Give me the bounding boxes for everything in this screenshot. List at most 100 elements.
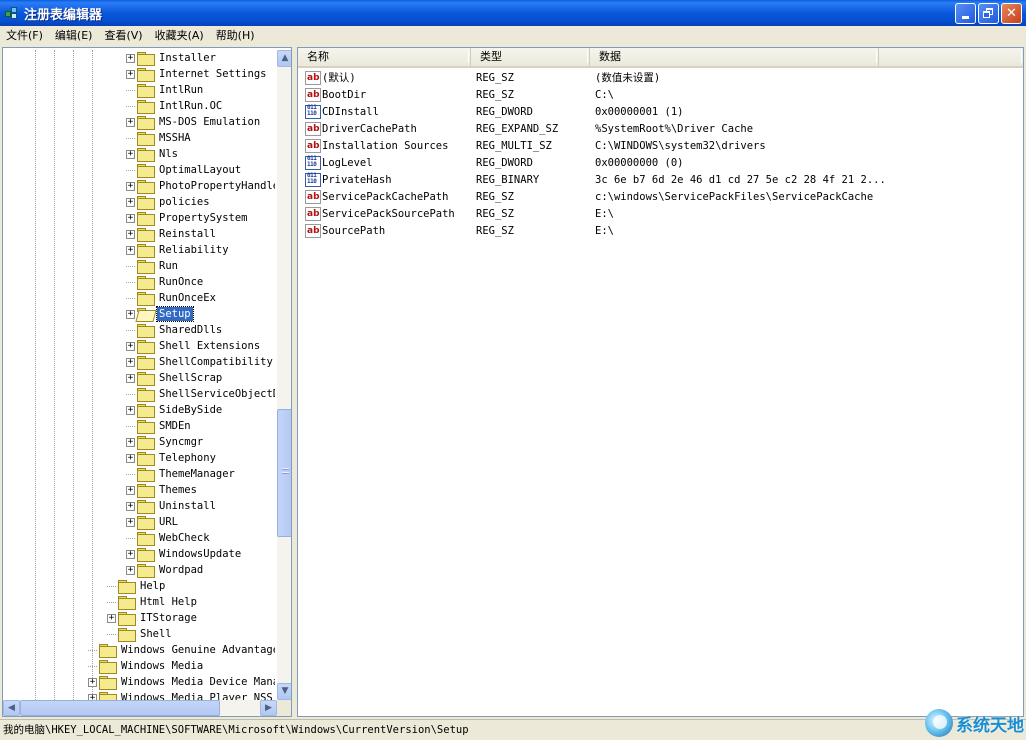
expand-icon[interactable]: +	[126, 229, 135, 239]
column-header-data[interactable]: 数据	[590, 48, 879, 66]
tree-node[interactable]: + Setup	[126, 306, 194, 322]
expand-icon[interactable]: +	[126, 149, 135, 159]
tree-node-label: Wordpad	[159, 564, 204, 576]
expand-icon[interactable]: +	[126, 309, 135, 319]
tree-node[interactable]: + WindowsUpdate	[126, 546, 243, 562]
tree-node[interactable]: + Syncmgr	[126, 434, 205, 450]
tree-node[interactable]: + Windows Media Device Mana;	[88, 674, 275, 690]
menu-edit[interactable]: 编辑(E)	[49, 27, 99, 45]
registry-key-tree[interactable]: + Installer + Internet Settings IntlRun IntlR…	[2, 47, 292, 717]
tree-node[interactable]: MSSHA	[126, 130, 193, 146]
tree-node[interactable]: WebCheck	[126, 530, 212, 546]
list-row[interactable]: ab Installation Sources REG_MULTI_SZ C:\WIN…	[298, 137, 1023, 154]
expand-icon[interactable]: +	[126, 437, 135, 447]
tree-node[interactable]: + Telephony	[126, 450, 218, 466]
list-row[interactable]: 011 110 CDInstall REG_DWORD 0x00000001 (1)	[298, 103, 1023, 120]
menu-file[interactable]: 文件(F)	[0, 27, 49, 45]
expand-icon[interactable]: +	[126, 341, 135, 351]
folder-icon	[99, 676, 117, 690]
list-row[interactable]: 011 110 LogLevel REG_DWORD 0x00000000 (0)	[298, 154, 1023, 171]
tree-node[interactable]: + Wordpad	[126, 562, 205, 578]
tree-node[interactable]: Run	[126, 258, 180, 274]
tree-node[interactable]: + Themes	[126, 482, 199, 498]
tree-node[interactable]: + policies	[126, 194, 212, 210]
tree-node[interactable]: + Shell Extensions	[126, 338, 262, 354]
tree-node[interactable]: Html Help	[107, 594, 199, 610]
tree-node[interactable]: + PhotoPropertyHandle	[126, 178, 275, 194]
expand-icon[interactable]: +	[126, 549, 135, 559]
expand-icon[interactable]: +	[126, 213, 135, 223]
list-row[interactable]: ab (默认) REG_SZ (数值未设置)	[298, 69, 1023, 86]
tree-node[interactable]: IntlRun.OC	[126, 98, 224, 114]
expand-icon[interactable]: +	[126, 197, 135, 207]
title-bar[interactable]: 注册表编辑器 ✕	[0, 0, 1026, 26]
expand-icon[interactable]: +	[126, 117, 135, 127]
scroll-right-button[interactable]: ▶	[260, 700, 277, 716]
tree-node[interactable]: + Windows Media Player NSS	[88, 690, 275, 700]
tree-vertical-scrollbar[interactable]: ▲ ▼	[277, 50, 291, 700]
expand-icon[interactable]: +	[126, 357, 135, 367]
list-row[interactable]: ab BootDir REG_SZ C:\	[298, 86, 1023, 103]
tree-node[interactable]: IntlRun	[126, 82, 205, 98]
tree-node[interactable]: ThemeManager	[126, 466, 237, 482]
tree-node[interactable]: Shell	[107, 626, 174, 642]
tree-node-label: IntlRun.OC	[159, 100, 223, 112]
close-button[interactable]: ✕	[1001, 3, 1022, 24]
list-row[interactable]: ab DriverCachePath REG_EXPAND_SZ %SystemRoo…	[298, 120, 1023, 137]
tree-node[interactable]: Help	[107, 578, 167, 594]
tree-node[interactable]: + PropertySystem	[126, 210, 250, 226]
scroll-left-button[interactable]: ◀	[3, 700, 20, 716]
tree-vertical-scroll-thumb[interactable]	[277, 408, 291, 537]
tree-node[interactable]: + Internet Settings	[126, 66, 268, 82]
column-header-type[interactable]: 类型	[471, 48, 590, 66]
list-row[interactable]: ab ServicePackCachePath REG_SZ c:\windows\S…	[298, 188, 1023, 205]
expand-icon[interactable]: +	[126, 373, 135, 383]
scroll-down-button[interactable]: ▼	[277, 683, 291, 700]
tree-node[interactable]: + SideBySide	[126, 402, 224, 418]
expand-icon[interactable]: +	[126, 245, 135, 255]
list-row[interactable]: ab ServicePackSourcePath REG_SZ E:\	[298, 205, 1023, 222]
tree-node[interactable]: + Reinstall	[126, 226, 218, 242]
expand-icon[interactable]: +	[88, 677, 97, 687]
expand-icon[interactable]: +	[126, 485, 135, 495]
expand-icon[interactable]: +	[126, 69, 135, 79]
expand-icon[interactable]: +	[107, 613, 116, 623]
tree-node[interactable]: + Reliability	[126, 242, 231, 258]
list-row[interactable]: 011 110 PrivateHash REG_BINARY 3c 6e b7 6d …	[298, 171, 1023, 188]
tree-node[interactable]: + URL	[126, 514, 180, 530]
tree-node[interactable]: RunOnceEx	[126, 290, 218, 306]
expand-icon[interactable]: +	[126, 453, 135, 463]
expand-icon[interactable]: +	[126, 501, 135, 511]
expand-icon[interactable]: +	[126, 405, 135, 415]
expand-icon[interactable]: +	[126, 53, 135, 63]
tree-node[interactable]: + ITStorage	[107, 610, 199, 626]
tree-node[interactable]: + Uninstall	[126, 498, 218, 514]
tree-node[interactable]: RunOnce	[126, 274, 205, 290]
menu-view[interactable]: 查看(V)	[98, 27, 148, 45]
tree-node[interactable]: + ShellScrap	[126, 370, 224, 386]
scroll-up-button[interactable]: ▲	[277, 50, 291, 67]
tree-node[interactable]: ShellServiceObjectD	[126, 386, 275, 402]
menu-help[interactable]: 帮助(H)	[210, 27, 261, 45]
list-row[interactable]: ab SourcePath REG_SZ E:\	[298, 222, 1023, 239]
minimize-button[interactable]	[955, 3, 976, 24]
menu-favorites[interactable]: 收藏夹(A)	[149, 27, 210, 45]
tree-node[interactable]: SharedDlls	[126, 322, 224, 338]
tree-horizontal-scroll-thumb[interactable]	[20, 700, 220, 716]
expand-icon[interactable]: +	[126, 517, 135, 527]
tree-node[interactable]: + ShellCompatibility	[126, 354, 275, 370]
tree-node[interactable]: + Nls	[126, 146, 180, 162]
tree-horizontal-scrollbar[interactable]: ◀ ▶	[3, 700, 277, 716]
value-name: LogLevel	[322, 156, 373, 169]
tree-node[interactable]: Windows Media	[88, 658, 205, 674]
restore-button[interactable]	[978, 3, 999, 24]
expand-icon[interactable]: +	[126, 181, 135, 191]
tree-node[interactable]: + Installer	[126, 50, 218, 66]
tree-node[interactable]: + MS-DOS Emulation	[126, 114, 262, 130]
registry-values-list[interactable]: 名称 类型 数据 ab (默认) REG_SZ (数值未设置) ab BootDir REG…	[297, 47, 1024, 717]
tree-node[interactable]: OptimalLayout	[126, 162, 243, 178]
tree-node[interactable]: Windows Genuine Advantage	[88, 642, 275, 658]
column-header-name[interactable]: 名称	[298, 48, 471, 66]
expand-icon[interactable]: +	[126, 565, 135, 575]
tree-node[interactable]: SMDEn	[126, 418, 193, 434]
